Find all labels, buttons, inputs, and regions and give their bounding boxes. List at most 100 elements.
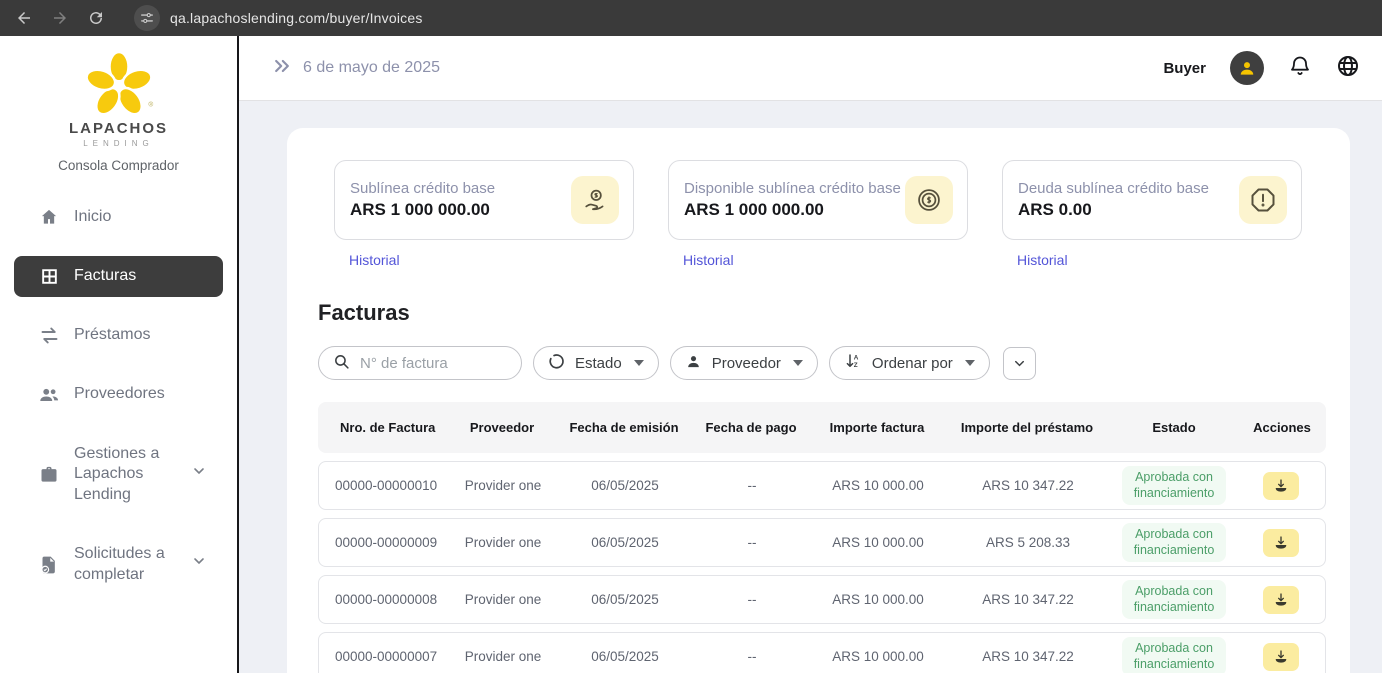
download-button[interactable] (1263, 586, 1299, 614)
browser-toolbar: qa.lapachoslending.com/buyer/Invoices (0, 0, 1382, 36)
sidebar-item-proveedores[interactable]: Proveedores (14, 374, 223, 416)
sidebar-nav: Inicio Facturas Préstamos Proveedores (0, 197, 237, 596)
sidebar-item-prestamos[interactable]: Préstamos (14, 315, 223, 356)
sidebar-item-solicitudes[interactable]: Solicitudes a completar (14, 534, 223, 596)
historial-link[interactable]: Historial (349, 252, 400, 268)
chevron-down-icon (191, 463, 207, 486)
url-bar[interactable]: qa.lapachoslending.com/buyer/Invoices (170, 10, 423, 26)
card-value: ARS 1 000 000.00 (684, 200, 901, 220)
collapse-sidebar-icon[interactable] (272, 56, 292, 81)
historial-link[interactable]: Historial (1017, 252, 1068, 268)
notifications-bell-icon[interactable] (1288, 54, 1312, 83)
home-icon (38, 207, 60, 227)
coin-icon (905, 176, 953, 224)
download-button[interactable] (1263, 529, 1299, 557)
col-header: Estado (1110, 420, 1238, 435)
caret-down-icon (634, 360, 644, 366)
search-input[interactable] (360, 355, 507, 372)
ordenar-label: Ordenar por (872, 355, 953, 372)
person-icon (685, 353, 702, 374)
col-header: Fecha de pago (692, 420, 810, 435)
document-check-icon (38, 555, 60, 575)
download-icon (1273, 478, 1289, 494)
site-settings-icon[interactable] (134, 5, 160, 31)
sidebar-item-inicio[interactable]: Inicio (14, 197, 223, 238)
back-icon[interactable] (14, 8, 34, 28)
current-date: 6 de mayo de 2025 (303, 59, 440, 77)
invoice-number: 00000-00000010 (319, 478, 449, 493)
main-panel: Sublínea crédito base ARS 1 000 000.00 H… (287, 128, 1350, 673)
invoice-number: 00000-00000008 (319, 592, 449, 607)
search-icon (333, 353, 350, 374)
card-value: ARS 0.00 (1018, 200, 1209, 220)
col-header: Acciones (1238, 420, 1326, 435)
summary-cards: Sublínea crédito base ARS 1 000 000.00 H… (318, 160, 1326, 270)
table-row: 00000-00000007 Provider one 06/05/2025 -… (318, 632, 1326, 673)
issue-date: 06/05/2025 (557, 649, 693, 664)
sidebar-item-label: Solicitudes a completar (74, 544, 177, 586)
estado-label: Estado (575, 355, 622, 372)
invoices-table: Nro. de Factura Proveedor Fecha de emisi… (318, 402, 1326, 673)
forward-icon[interactable] (50, 8, 70, 28)
table-row: 00000-00000009 Provider one 06/05/2025 -… (318, 518, 1326, 567)
table-row: 00000-00000010 Provider one 06/05/2025 -… (318, 461, 1326, 510)
loan-amount: ARS 10 347.22 (945, 478, 1111, 493)
invoice-amount: ARS 10 000.00 (811, 592, 945, 607)
invoice-search[interactable] (318, 346, 522, 380)
status-circle-icon (548, 353, 565, 374)
provider: Provider one (449, 478, 557, 493)
table-row: 00000-00000008 Provider one 06/05/2025 -… (318, 575, 1326, 624)
filters-bar: Estado Proveedor AZ Ord (318, 346, 1326, 380)
sort-az-icon: AZ (844, 352, 862, 374)
sidebar-item-label: Gestiones a Lapachos Lending (74, 444, 177, 506)
table-header: Nro. de Factura Proveedor Fecha de emisi… (318, 402, 1326, 453)
card-value: ARS 1 000 000.00 (350, 200, 495, 220)
provider: Provider one (449, 649, 557, 664)
invoice-number: 00000-00000009 (319, 535, 449, 550)
status-badge: Aprobada con financiamiento (1122, 523, 1226, 562)
proveedor-filter[interactable]: Proveedor (670, 346, 818, 380)
top-header: 6 de mayo de 2025 Buyer (239, 36, 1382, 101)
provider: Provider one (449, 592, 557, 607)
svg-text:Z: Z (854, 362, 858, 369)
sidebar-item-label: Inicio (74, 207, 111, 228)
user-role-label: Buyer (1163, 60, 1206, 77)
reload-icon[interactable] (86, 8, 106, 28)
card-title: Sublínea crédito base (350, 180, 495, 197)
language-globe-icon[interactable] (1336, 54, 1360, 83)
loan-amount: ARS 10 347.22 (945, 592, 1111, 607)
credit-line-card: Sublínea crédito base ARS 1 000 000.00 (334, 160, 634, 240)
download-button[interactable] (1263, 643, 1299, 671)
svg-text:A: A (854, 355, 859, 362)
logo: ® LAPACHOS LENDING Consola Comprador (0, 52, 237, 173)
estado-filter[interactable]: Estado (533, 346, 659, 380)
expand-filters-button[interactable] (1003, 347, 1036, 380)
page-title: Facturas (318, 300, 1326, 326)
logo-name: LAPACHOS (0, 120, 237, 137)
chevron-down-icon (191, 553, 207, 576)
briefcase-icon (38, 465, 60, 485)
issue-date: 06/05/2025 (557, 478, 693, 493)
available-credit-card: Disponible sublínea crédito base ARS 1 0… (668, 160, 968, 240)
download-icon (1273, 649, 1289, 665)
issue-date: 06/05/2025 (557, 592, 693, 607)
historial-link[interactable]: Historial (683, 252, 734, 268)
invoice-amount: ARS 10 000.00 (811, 535, 945, 550)
alert-octagon-icon (1239, 176, 1287, 224)
console-label: Consola Comprador (0, 158, 237, 173)
issue-date: 06/05/2025 (557, 535, 693, 550)
col-header: Fecha de emisión (556, 420, 692, 435)
avatar[interactable] (1230, 51, 1264, 85)
col-header: Nro. de Factura (318, 420, 448, 435)
download-button[interactable] (1263, 472, 1299, 500)
sidebar-item-gestiones[interactable]: Gestiones a Lapachos Lending (14, 434, 223, 516)
proveedor-label: Proveedor (712, 355, 781, 372)
download-icon (1273, 592, 1289, 608)
lapachos-flower-icon: ® (82, 52, 156, 118)
sidebar-item-facturas[interactable]: Facturas (14, 256, 223, 297)
status-badge: Aprobada con financiamiento (1122, 637, 1226, 673)
ordenar-filter[interactable]: AZ Ordenar por (829, 346, 990, 380)
sidebar-item-label: Préstamos (74, 325, 150, 346)
payment-date: -- (693, 478, 811, 493)
debt-card: Deuda sublínea crédito base ARS 0.00 (1002, 160, 1302, 240)
